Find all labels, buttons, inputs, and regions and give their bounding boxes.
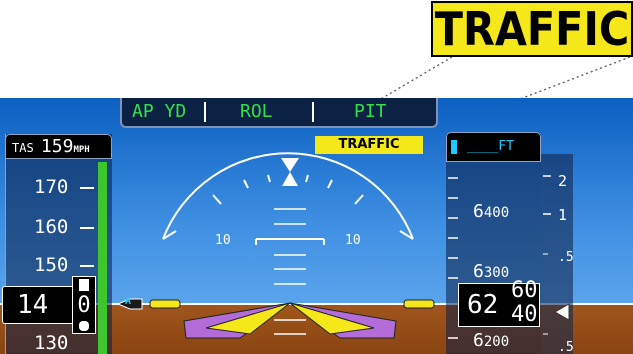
roll-tick: [354, 194, 364, 205]
rolling-digit-lower: [79, 321, 89, 331]
selected-altitude-value: ____FT: [467, 139, 514, 154]
roll-tick: [267, 174, 271, 183]
rolling-digit-upper: [79, 279, 89, 291]
airspeed-label: 160: [34, 216, 69, 238]
altitude-label: 6300: [473, 261, 510, 282]
wing-bar-left: [149, 299, 181, 309]
airspeed-current-main: 14: [17, 290, 49, 320]
airspeed-green-arc: [98, 162, 107, 354]
roll-tick: [243, 179, 249, 189]
wing-bar-right: [403, 299, 435, 309]
fd-marker-label: A: [125, 296, 132, 307]
pitch-label-right: 10: [345, 233, 361, 248]
airspeed-tick: [80, 187, 94, 189]
altitude-current: 62 60 40: [458, 278, 540, 327]
altitude-current-upper: 60: [511, 278, 538, 303]
tas-label: TAS: [12, 141, 34, 155]
airspeed-label: 170: [34, 176, 69, 198]
roll-tick: [305, 174, 309, 183]
roll-tick: [327, 179, 333, 189]
vsi-label: 1: [558, 206, 568, 224]
altitude-current-main: 62: [467, 290, 499, 320]
roll-pointer-bottom: [282, 172, 298, 186]
airspeed-rolling-digit: 0: [72, 276, 96, 334]
vsi-label: .5: [558, 250, 574, 265]
airspeed-tick: [80, 265, 94, 267]
tas-value: 159: [40, 136, 74, 157]
airspeed-current-last: 0: [77, 293, 91, 318]
true-airspeed-readout: TAS 159MPH: [5, 134, 112, 159]
roll-tick: [212, 194, 222, 205]
vsi-pointer-icon: [553, 303, 570, 321]
primary-flight-display: AP YD ROL PIT TRAFFIC 10 10 A TAS 159MPH…: [0, 98, 633, 354]
tas-unit: MPH: [73, 145, 90, 155]
pitch-label-left: 10: [215, 233, 231, 248]
airspeed-label: 130: [34, 332, 69, 354]
vsi-label: 2: [558, 172, 568, 190]
altitude-label: 6400: [473, 201, 510, 222]
airspeed-label: 150: [34, 254, 69, 276]
altitude-label: 6200: [473, 330, 510, 351]
vsi-label: .5: [558, 340, 574, 354]
airspeed-tick: [80, 227, 94, 229]
selected-altitude: ____FT: [446, 132, 541, 162]
selected-altitude-bug-icon: [451, 139, 457, 154]
roll-pointer-top: [281, 158, 299, 172]
altitude-current-lower: 40: [511, 302, 538, 327]
